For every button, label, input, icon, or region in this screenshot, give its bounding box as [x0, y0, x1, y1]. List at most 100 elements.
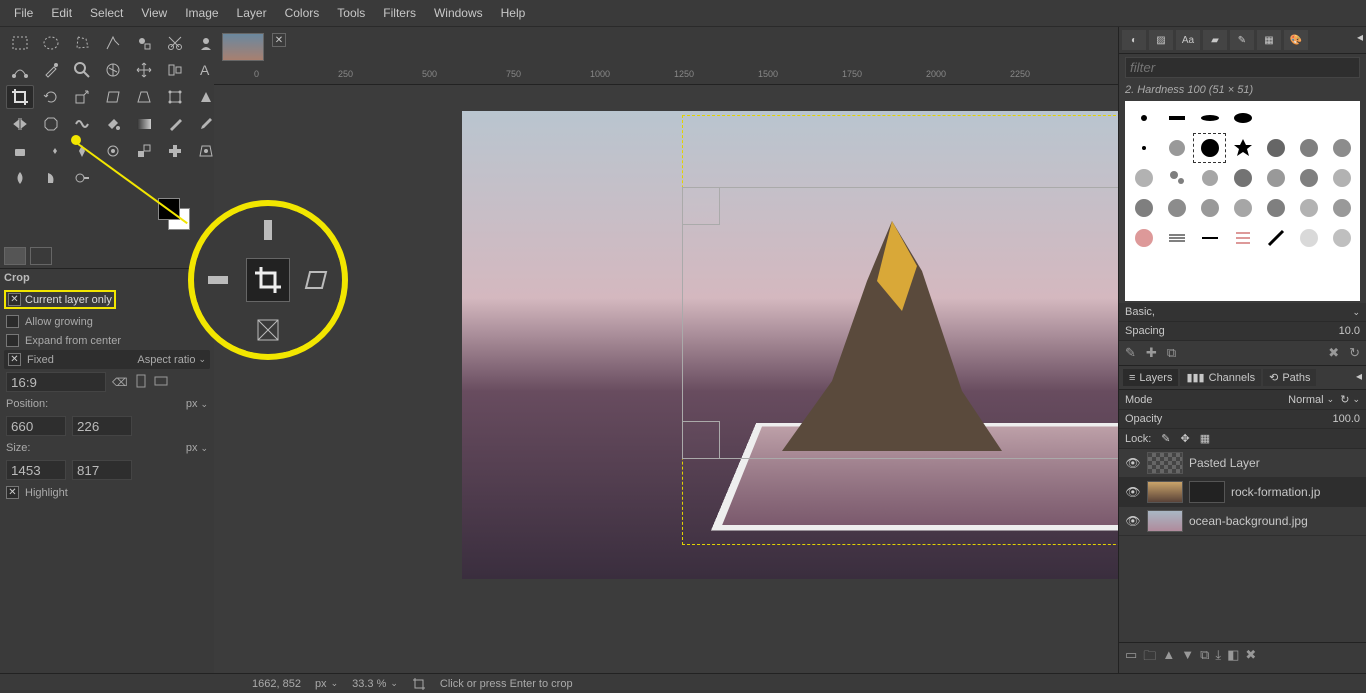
pencil-tool[interactable] — [161, 112, 189, 136]
perspective-tool[interactable] — [130, 85, 158, 109]
brush-preset-dropdown[interactable]: Basic, — [1125, 306, 1155, 318]
airbrush-tool[interactable] — [37, 139, 65, 163]
duplicate-layer-icon[interactable]: ⧉ — [1200, 647, 1209, 669]
portrait-icon[interactable] — [134, 374, 148, 391]
fixed-value-input[interactable] — [6, 372, 106, 392]
fg-bg-color[interactable] — [90, 198, 208, 238]
brush-item[interactable] — [1227, 194, 1258, 222]
brush-item[interactable] — [1161, 104, 1192, 132]
brush-item[interactable] — [1161, 134, 1192, 162]
menu-layer[interactable]: Layer — [229, 4, 275, 22]
brush-item[interactable] — [1293, 224, 1324, 252]
crop-handle-nw[interactable] — [682, 187, 720, 225]
brush-item[interactable] — [1227, 164, 1258, 192]
brush-item[interactable] — [1128, 104, 1159, 132]
paths-tab[interactable]: ⟲ Paths — [1263, 369, 1316, 386]
brush-item[interactable] — [1194, 224, 1225, 252]
menu-help[interactable]: Help — [493, 4, 534, 22]
free-select-tool[interactable] — [68, 31, 96, 55]
layer-item[interactable]: 👁 ocean-background.jpg — [1119, 507, 1366, 536]
expand-from-center-checkbox[interactable] — [6, 334, 19, 347]
lock-alpha-icon[interactable]: ▦ — [1200, 432, 1210, 445]
brush-item[interactable] — [1260, 134, 1291, 162]
device-status-tab-icon[interactable] — [30, 247, 52, 265]
mask-icon[interactable]: ◧ — [1227, 647, 1239, 669]
unified-transform-tool[interactable] — [161, 85, 189, 109]
brush-item[interactable] — [1128, 164, 1159, 192]
menu-filters[interactable]: Filters — [375, 4, 424, 22]
clone-tool[interactable] — [130, 139, 158, 163]
brush-item[interactable] — [1260, 224, 1291, 252]
crop-handle-sw[interactable] — [682, 421, 720, 459]
blur-tool[interactable] — [6, 166, 34, 190]
new-brush-icon[interactable]: ✚ — [1146, 345, 1157, 361]
brush-item[interactable] — [1194, 104, 1225, 132]
warp-tool[interactable] — [68, 112, 96, 136]
crop-tool[interactable] — [6, 85, 34, 109]
lock-position-icon[interactable]: ✥ — [1181, 432, 1190, 445]
brush-item[interactable] — [1260, 104, 1291, 132]
shear-tool[interactable] — [99, 85, 127, 109]
visibility-toggle-icon[interactable]: 👁 — [1125, 485, 1141, 499]
flip-tool[interactable] — [6, 112, 34, 136]
brush-item[interactable] — [1161, 194, 1192, 222]
duplicate-brush-icon[interactable]: ⧉ — [1167, 345, 1176, 361]
brush-item[interactable] — [1293, 134, 1324, 162]
zoom-tool[interactable] — [68, 58, 96, 82]
visibility-toggle-icon[interactable]: 👁 — [1125, 456, 1141, 470]
by-color-select-tool[interactable] — [130, 31, 158, 55]
pos-x-input[interactable] — [6, 416, 66, 436]
menu-windows[interactable]: Windows — [426, 4, 491, 22]
ellipse-select-tool[interactable] — [37, 31, 65, 55]
size-w-input[interactable] — [6, 460, 66, 480]
brush-item-selected[interactable] — [1194, 134, 1225, 162]
zoom-dropdown[interactable]: 33.3 % ⌄ — [352, 678, 398, 690]
color-picker-tool[interactable] — [37, 58, 65, 82]
menu-view[interactable]: View — [133, 4, 175, 22]
dodge-burn-tool[interactable] — [68, 166, 96, 190]
brush-item[interactable] — [1326, 104, 1357, 132]
lower-layer-icon[interactable]: ▼ — [1181, 647, 1194, 669]
brush-item[interactable] — [1227, 224, 1258, 252]
new-group-icon[interactable]: 🗀 — [1143, 647, 1156, 669]
document-tab-thumb[interactable] — [222, 33, 264, 61]
current-layer-only-checkbox[interactable]: ✕ — [8, 293, 21, 306]
fixed-checkbox[interactable]: ✕ — [8, 353, 21, 366]
layers-tab[interactable]: ≡ Layers — [1123, 369, 1178, 386]
menu-file[interactable]: File — [6, 4, 41, 22]
align-tool[interactable] — [161, 58, 189, 82]
delete-brush-icon[interactable]: ✖ — [1328, 345, 1339, 361]
opacity-value[interactable]: 100.0 — [1332, 413, 1360, 425]
brush-item[interactable] — [1260, 164, 1291, 192]
fonts-tab-icon[interactable]: Aa — [1176, 30, 1200, 50]
brushes-tab-icon[interactable]: ◐ — [1122, 30, 1146, 50]
paths-tool[interactable] — [6, 58, 34, 82]
tool-presets-tab-icon[interactable]: 🎨 — [1284, 30, 1308, 50]
menu-tools[interactable]: Tools — [329, 4, 373, 22]
raise-layer-icon[interactable]: ▲ — [1162, 647, 1175, 669]
brush-item[interactable] — [1293, 164, 1324, 192]
gradient-tool[interactable] — [130, 112, 158, 136]
visibility-toggle-icon[interactable]: 👁 — [1125, 514, 1141, 528]
paint-dynamics-tab-icon[interactable]: ✎ — [1230, 30, 1254, 50]
new-layer-icon[interactable]: ▭ — [1125, 647, 1137, 669]
crop-rectangle[interactable] — [682, 187, 1118, 459]
move-tool[interactable] — [130, 58, 158, 82]
brush-item[interactable] — [1128, 224, 1159, 252]
palettes-tab-icon[interactable]: ▦ — [1257, 30, 1281, 50]
brush-item[interactable] — [1326, 224, 1357, 252]
position-unit-dropdown[interactable]: px ⌄ — [186, 398, 208, 410]
brush-item[interactable] — [1293, 194, 1324, 222]
gradients-tab-icon[interactable]: ▰ — [1203, 30, 1227, 50]
status-unit-dropdown[interactable]: px ⌄ — [315, 678, 338, 690]
mode-dropdown[interactable]: Normal ⌄ ↻⌄ — [1288, 393, 1360, 406]
allow-growing-checkbox[interactable] — [6, 315, 19, 328]
clear-icon[interactable]: ⌫ — [112, 376, 128, 389]
size-unit-dropdown[interactable]: px ⌄ — [186, 442, 208, 454]
fixed-mode-dropdown[interactable]: Aspect ratio ⌄ — [137, 354, 206, 366]
menu-colors[interactable]: Colors — [277, 4, 328, 22]
bucket-fill-tool[interactable] — [99, 112, 127, 136]
tool-options-tab-icon[interactable] — [4, 247, 26, 265]
menu-image[interactable]: Image — [177, 4, 226, 22]
mypaint-brush-tool[interactable] — [99, 139, 127, 163]
